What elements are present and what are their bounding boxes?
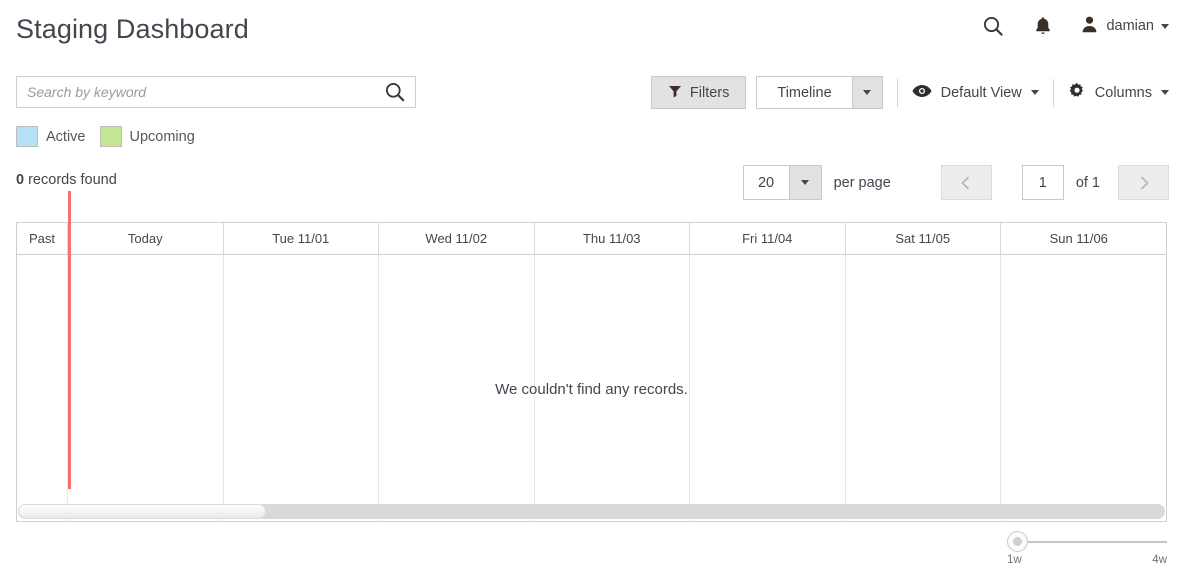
search-icon[interactable] xyxy=(980,13,1006,39)
user-icon xyxy=(1080,15,1099,38)
chevron-down-icon xyxy=(1030,90,1039,95)
slider-max-label: 4w xyxy=(1152,554,1167,566)
legend-swatch xyxy=(16,126,38,147)
columns-label: Columns xyxy=(1094,84,1152,101)
view-toolbar: Filters Timeline Default View Columns xyxy=(650,76,1169,109)
eye-icon xyxy=(912,84,932,102)
columns-menu[interactable]: Columns xyxy=(1068,82,1169,104)
next-page-button[interactable] xyxy=(1118,165,1169,200)
per-page-value: 20 xyxy=(757,174,775,191)
header-actions: damian xyxy=(980,13,1169,39)
bell-icon[interactable] xyxy=(1030,13,1056,39)
timeline-body: We couldn't find any records. xyxy=(17,255,1166,521)
dashboard-page: Staging Dashboard damian Search by keywo… xyxy=(0,0,1183,585)
username-label: damian xyxy=(1106,18,1154,34)
chevron-left-icon xyxy=(961,175,970,190)
per-page-dropdown-icon[interactable] xyxy=(788,166,821,199)
slider-min-label: 1w xyxy=(1007,554,1022,566)
chevron-down-icon xyxy=(1161,90,1169,95)
page-number-input[interactable]: 1 xyxy=(1021,165,1064,200)
top-header: Staging Dashboard damian xyxy=(0,0,1183,62)
page-number-value: 1 xyxy=(1038,174,1047,191)
timeline-column-header: Today xyxy=(68,223,224,254)
pagination: 20 per page 1 of 1 xyxy=(742,165,1169,200)
timeline-column-header: Thu 11/03 xyxy=(535,223,690,254)
default-view-menu[interactable]: Default View xyxy=(912,84,1039,102)
timeline-horizontal-scrollbar[interactable] xyxy=(18,504,1165,519)
status-legend: Active Upcoming xyxy=(16,126,195,147)
filters-button[interactable]: Filters xyxy=(650,76,747,109)
legend-item-active: Active xyxy=(16,126,86,147)
current-time-marker xyxy=(68,191,71,489)
timeline-column-header: Sat 11/05 xyxy=(846,223,1001,254)
timeline-column-header: Tue 11/01 xyxy=(224,223,379,254)
timeline-split-button: Timeline xyxy=(756,76,883,109)
funnel-icon xyxy=(668,84,682,102)
prev-page-button[interactable] xyxy=(940,165,992,200)
legend-swatch xyxy=(99,126,122,147)
records-count-suffix: records found xyxy=(24,172,117,188)
chevron-down-icon xyxy=(801,180,810,185)
gear-icon xyxy=(1068,82,1086,104)
timeline-column-header: Wed 11/02 xyxy=(379,223,535,254)
timeline-label: Timeline xyxy=(777,84,832,101)
timeline-button[interactable]: Timeline xyxy=(756,76,852,109)
page-total-label: of 1 xyxy=(1075,174,1100,191)
default-view-label: Default View xyxy=(940,84,1022,101)
empty-state-message: We couldn't find any records. xyxy=(495,381,688,398)
search-box[interactable] xyxy=(16,76,416,108)
per-page-select[interactable]: 20 xyxy=(742,165,822,200)
chevron-down-icon xyxy=(863,90,872,95)
timeline-grid: Past Today Tue 11/01 Wed 11/02 Thu 11/03 Fri … xyxy=(16,191,1167,522)
slider-labels: 1w 4w xyxy=(1007,554,1167,566)
per-page-label: per page xyxy=(833,174,891,191)
toolbar-row: Filters Timeline D xyxy=(0,62,1183,120)
filters-label: Filters xyxy=(689,84,730,101)
search-input[interactable] xyxy=(17,77,375,107)
toolbar-divider xyxy=(896,78,898,107)
timeline-header-row: Past Today Tue 11/01 Wed 11/02 Thu 11/03 Fri … xyxy=(17,223,1166,255)
legend-label: Active xyxy=(46,128,86,145)
page-title: Staging Dashboard xyxy=(16,14,249,44)
timeline-column-header: Sun 11/06 xyxy=(1049,231,1108,246)
toolbar-divider xyxy=(1052,78,1054,107)
legend-item-upcoming: Upcoming xyxy=(99,126,195,147)
legend-label: Upcoming xyxy=(129,128,195,145)
chevron-down-icon xyxy=(1161,23,1169,29)
user-menu[interactable]: damian xyxy=(1080,15,1169,38)
scrollbar-thumb[interactable] xyxy=(18,504,266,519)
timeline-dropdown-button[interactable] xyxy=(851,76,883,109)
chevron-right-icon xyxy=(1140,175,1149,190)
slider-handle[interactable] xyxy=(1007,531,1028,552)
records-count-value: 0 xyxy=(16,172,25,188)
records-count: 0 records found xyxy=(16,172,117,188)
timeline-column-header: Past xyxy=(17,223,68,254)
search-submit-icon[interactable] xyxy=(375,77,415,107)
slider-track[interactable] xyxy=(1017,541,1167,543)
timeline-column-header: Fri 11/04 xyxy=(690,223,846,254)
